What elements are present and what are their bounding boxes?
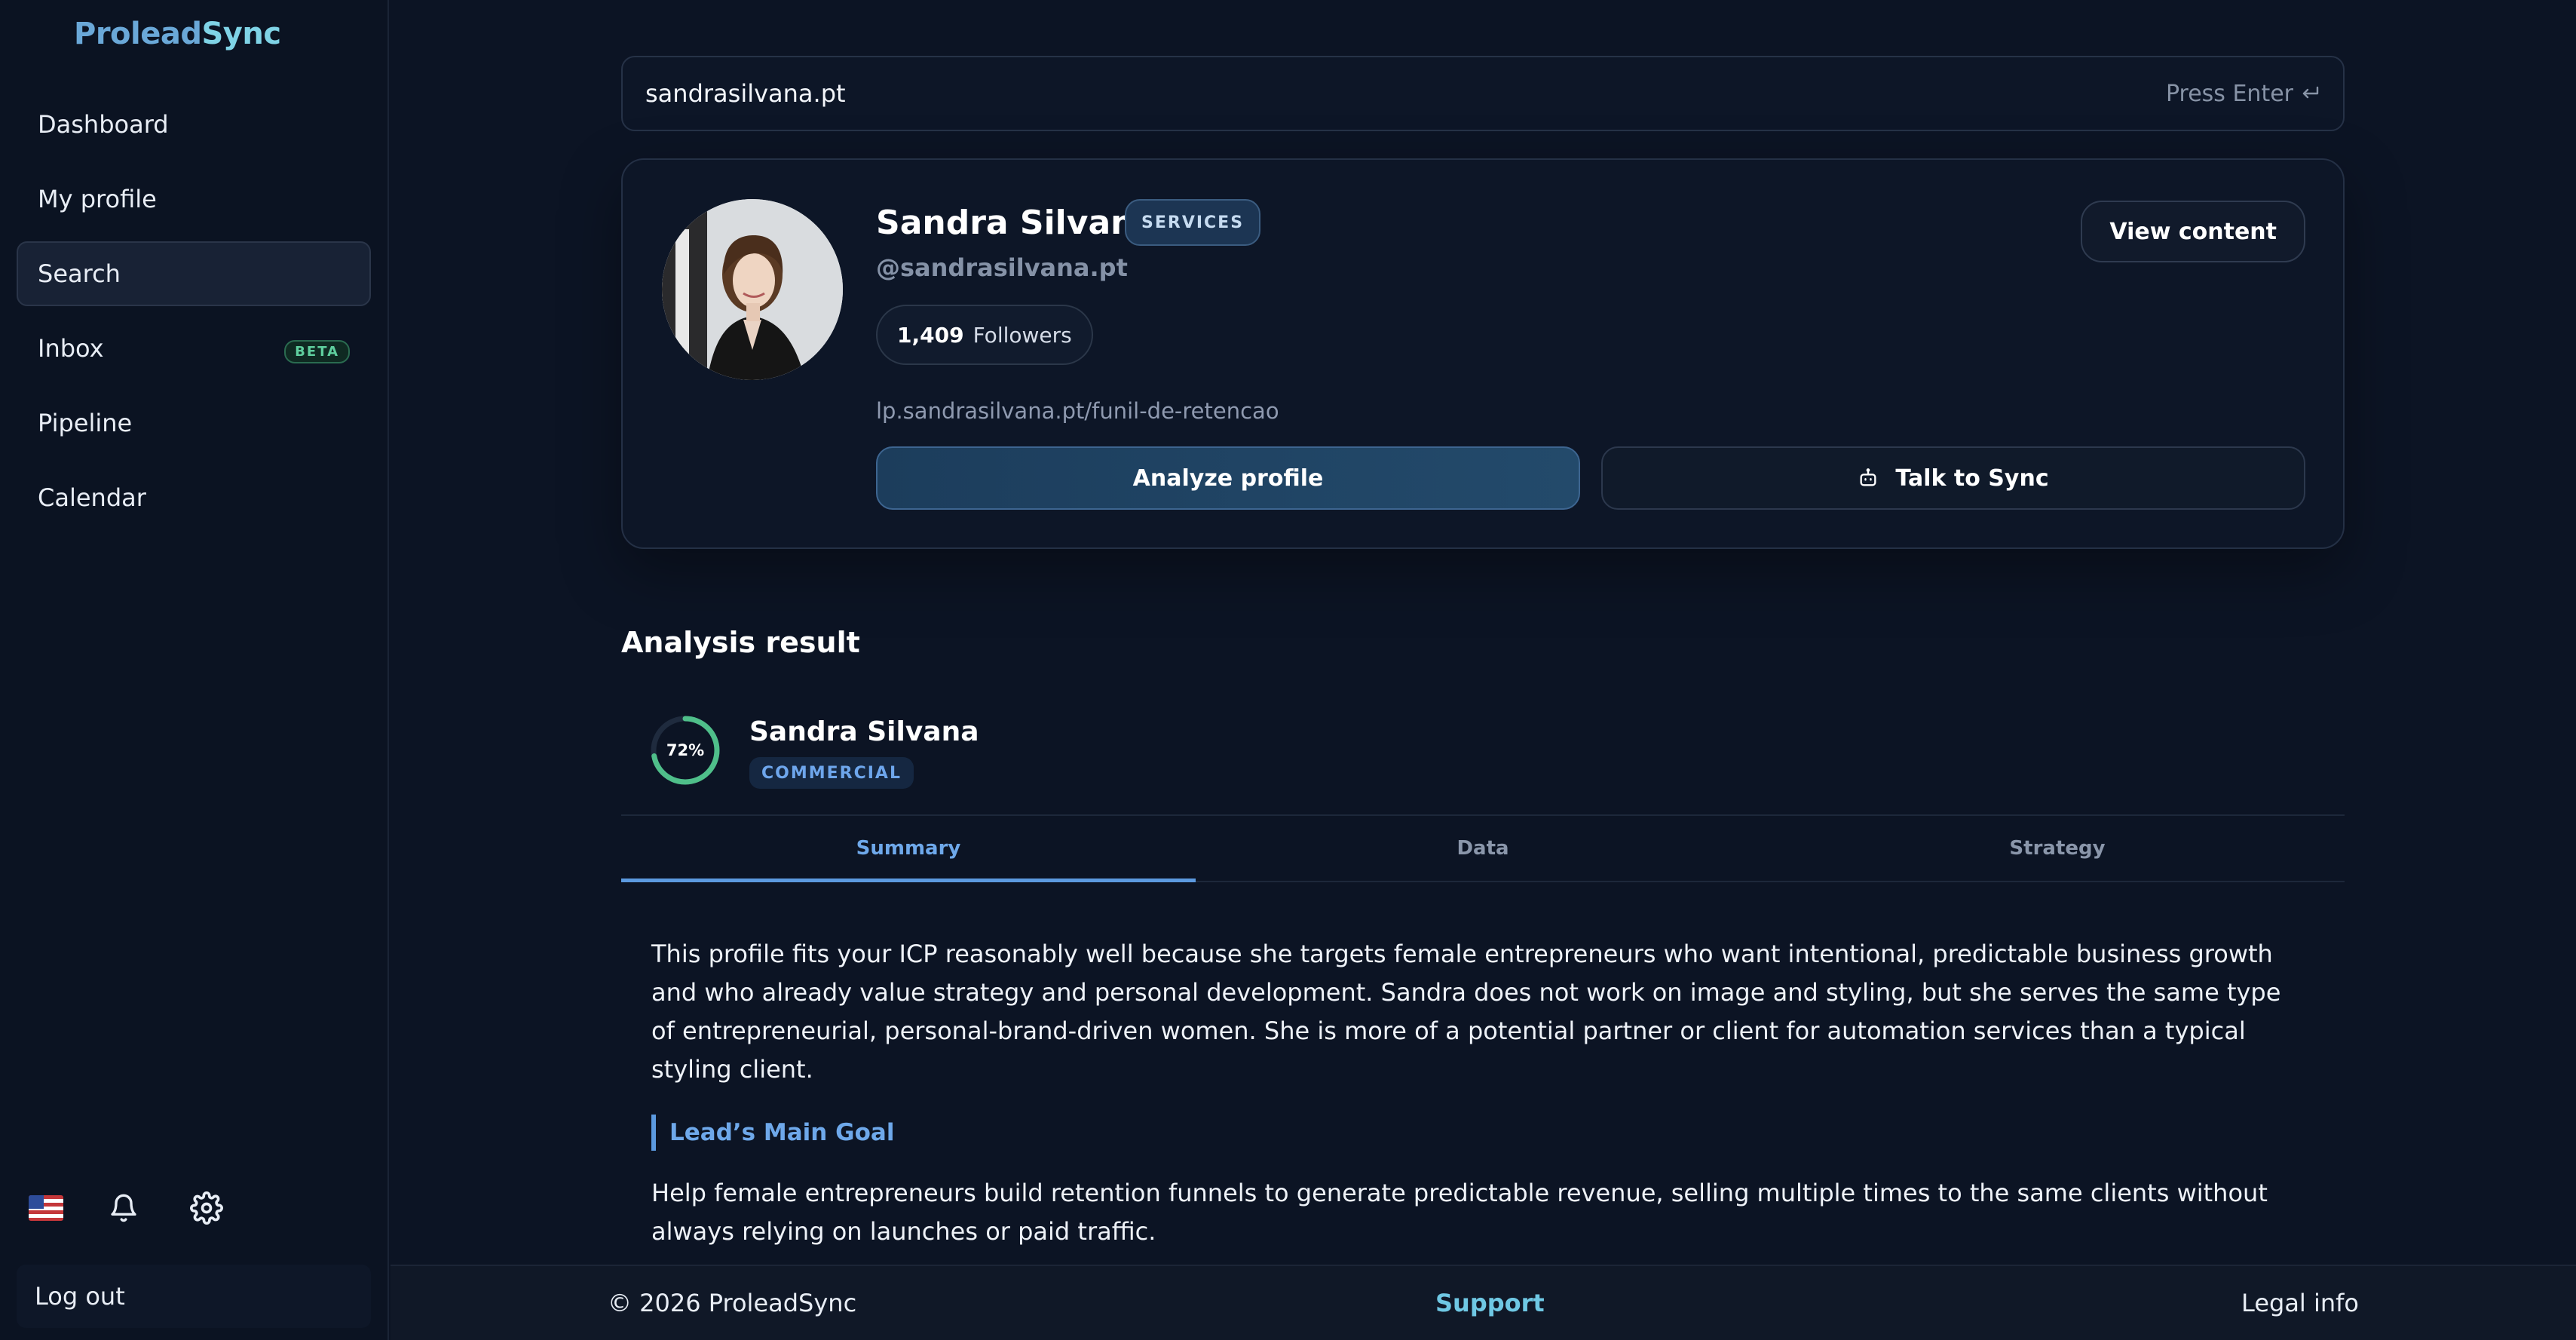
sidebar-item-dashboard[interactable]: Dashboard <box>17 92 371 157</box>
bell-icon[interactable] <box>106 1190 142 1226</box>
goal-text: Help female entrepreneurs build retentio… <box>651 1179 2268 1246</box>
us-flag-icon[interactable] <box>29 1195 63 1221</box>
goal-heading: Lead’s Main Goal <box>651 1115 894 1151</box>
followers-label: Followers <box>973 322 1072 348</box>
analysis-header: 72% Sandra Silvana COMMERCIAL <box>621 694 2345 814</box>
sidebar-item-inbox[interactable]: Inbox BETA <box>17 316 371 381</box>
brand-logo[interactable]: ProleadSync <box>74 17 281 51</box>
category-badge: SERVICES <box>1125 199 1261 246</box>
sidebar-item-calendar[interactable]: Calendar <box>17 465 371 530</box>
main-content: sandrasilvana.pt Press Enter Sandra Silv… <box>391 0 2576 1265</box>
search-input[interactable]: sandrasilvana.pt Press Enter <box>621 56 2345 131</box>
gear-icon[interactable] <box>188 1190 225 1226</box>
talk-to-sync-button[interactable]: Talk to Sync <box>1601 446 2305 510</box>
followers-count: 1,409 <box>897 322 964 348</box>
sidebar-item-label: My profile <box>38 185 157 213</box>
search-value: sandrasilvana.pt <box>645 79 846 108</box>
beta-badge: BETA <box>284 340 350 363</box>
support-link[interactable]: Support <box>1435 1289 1545 1317</box>
legal-info-link[interactable]: Legal info <box>2241 1289 2359 1317</box>
search-hint: Press Enter <box>2166 81 2320 107</box>
analysis-name: Sandra Silvana <box>749 716 979 747</box>
logout-button[interactable]: Log out <box>17 1265 371 1328</box>
sidebar-nav: Dashboard My profile Search Inbox BETA Pi… <box>17 92 371 540</box>
tab-strategy[interactable]: Strategy <box>1770 816 2345 881</box>
analysis-title: Analysis result <box>621 626 860 659</box>
profile-card: Sandra Silvana SERVICES @sandrasilvana.p… <box>621 158 2345 549</box>
sidebar-item-my-profile[interactable]: My profile <box>17 167 371 232</box>
sidebar-item-label: Pipeline <box>38 409 133 437</box>
sidebar-item-search[interactable]: Search <box>17 241 371 306</box>
app-window: ProleadSync Dashboard My profile Search … <box>0 0 2576 1340</box>
robot-icon <box>1860 468 1876 486</box>
summary-text: This profile fits your ICP reasonably we… <box>651 940 2281 1084</box>
view-content-button[interactable]: View content <box>2081 201 2305 262</box>
commercial-badge: COMMERCIAL <box>749 757 914 789</box>
profile-name: Sandra Silvana <box>876 204 1157 242</box>
sidebar-item-label: Calendar <box>38 483 146 512</box>
tab-summary[interactable]: Summary <box>621 816 1196 882</box>
sidebar-item-label: Inbox <box>38 334 104 363</box>
score-label: 72% <box>666 741 705 759</box>
followers-pill: 1,409 Followers <box>876 305 1093 365</box>
analysis-tabs: Summary Data Strategy <box>621 814 2345 882</box>
avatar <box>662 199 843 380</box>
sidebar-item-label: Search <box>38 259 121 288</box>
copyright: © 2026 ProleadSync <box>608 1289 857 1317</box>
profile-link[interactable]: lp.sandrasilvana.pt/funil-de-retencao <box>876 398 1279 424</box>
tab-data[interactable]: Data <box>1196 816 1770 881</box>
sidebar-item-pipeline[interactable]: Pipeline <box>17 391 371 455</box>
footer: © 2026 ProleadSync Support Legal info <box>391 1265 2576 1340</box>
sidebar: ProleadSync Dashboard My profile Search … <box>0 0 389 1340</box>
profile-handle: @sandrasilvana.pt <box>876 253 1128 282</box>
enter-return-icon <box>2302 86 2319 99</box>
sidebar-utility-icons <box>29 1190 271 1226</box>
analyze-profile-button[interactable]: Analyze profile <box>876 446 1580 510</box>
sidebar-item-label: Dashboard <box>38 110 169 139</box>
